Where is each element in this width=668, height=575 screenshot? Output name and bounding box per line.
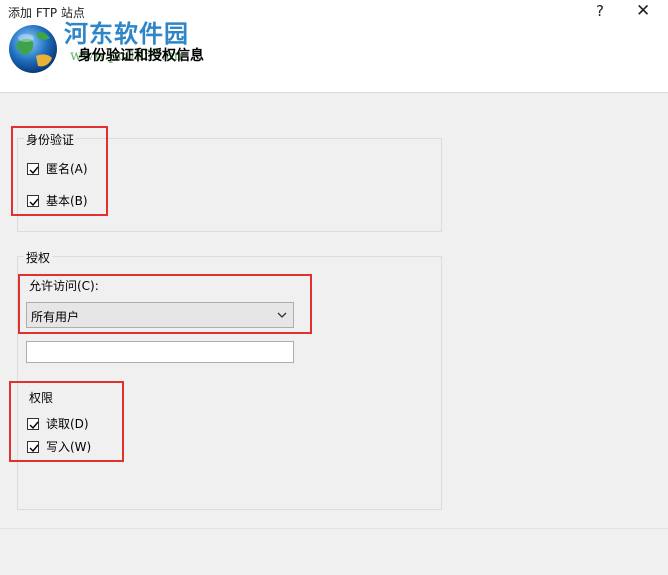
highlight-permissions <box>9 381 124 462</box>
close-button[interactable]: ✕ <box>636 1 650 21</box>
highlight-authentication <box>11 126 108 216</box>
help-button[interactable]: ? <box>596 2 604 20</box>
allow-access-input[interactable] <box>26 341 294 363</box>
authorization-group-label: 授权 <box>24 249 53 266</box>
highlight-allow-access <box>18 274 312 334</box>
wizard-header: 添加 FTP 站点 ? ✕ 河东软件园 www.pc0359.cn 身份验证和授… <box>0 0 668 93</box>
watermark-logo-text: 河东软件园 <box>64 19 189 48</box>
page-subtitle: 身份验证和授权信息 <box>78 48 204 64</box>
button-bar <box>0 528 668 575</box>
globe-logo-icon <box>9 25 57 73</box>
